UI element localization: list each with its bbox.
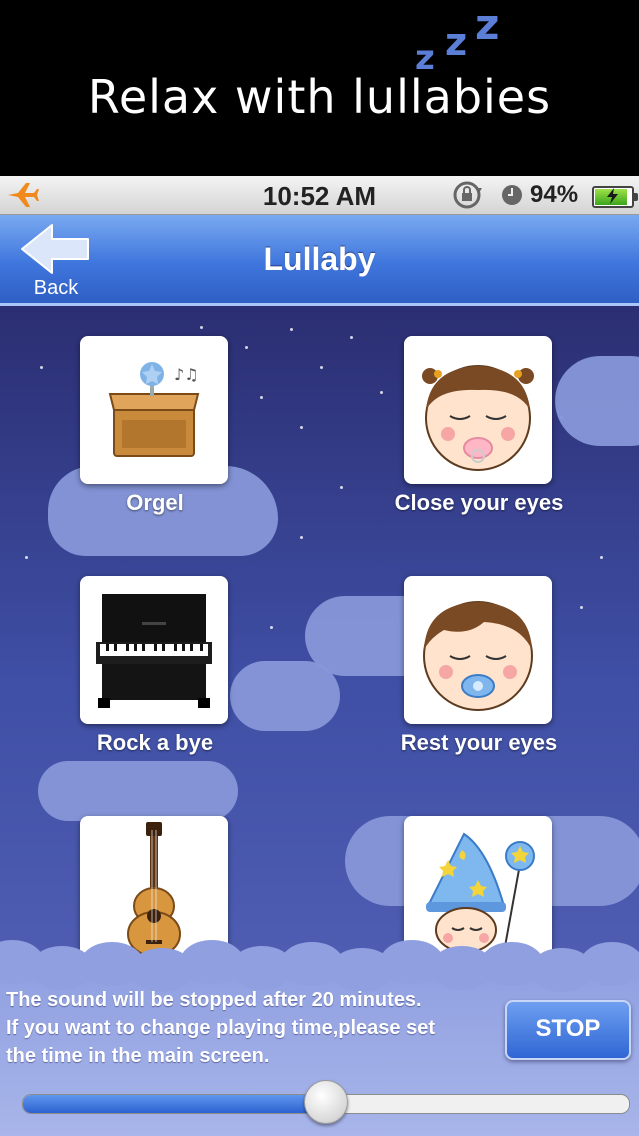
timer-notice-line: The sound will be stopped after 20 minut…: [6, 989, 422, 1011]
svg-text:♪♫: ♪♫: [174, 365, 199, 384]
music-box-icon: ♪♫: [108, 362, 200, 457]
song-tile-orgel[interactable]: ♪♫: [80, 336, 228, 484]
baby-boy-pacifier-icon: [423, 601, 533, 711]
timer-notice-line: If you want to change playing time,pleas…: [6, 1017, 435, 1039]
song-label: Rest your eyes: [400, 730, 558, 755]
song-tile-close-your-eyes[interactable]: [404, 336, 552, 484]
cloud: [38, 761, 238, 821]
stop-button[interactable]: STOP: [505, 1000, 631, 1060]
rotation-lock-icon: [453, 181, 482, 209]
timer-notice-line: the time in the main screen.: [6, 1045, 270, 1067]
timer-panel: The sound will be stopped after 20 minut…: [0, 940, 639, 1136]
nav-bar: Back Lullaby: [0, 215, 639, 306]
banner-title: Relax with lullabies: [87, 70, 552, 124]
song-label: Close your eyes: [394, 490, 564, 515]
song-tile-rock-a-bye[interactable]: [80, 576, 228, 724]
battery-icon: [592, 186, 638, 208]
cloud: [555, 356, 639, 446]
nav-title: Lullaby: [263, 241, 376, 277]
baby-girl-pacifier-icon: [422, 365, 534, 471]
volume-slider-fill: [23, 1095, 326, 1113]
wizard-baby-icon: [426, 832, 535, 953]
song-label: Rock a bye: [96, 730, 214, 755]
status-bar: 10:52 AM 94%: [0, 176, 639, 215]
piano-icon: [96, 594, 212, 708]
battery-percent: 94%: [530, 181, 579, 208]
promo-banner: z z z Relax with lullabies: [0, 0, 639, 176]
song-label: Orgel: [126, 490, 184, 515]
cloud: [230, 661, 340, 731]
back-label: Back: [33, 277, 79, 299]
guitar-icon: [127, 822, 181, 957]
clock-icon: [502, 185, 522, 205]
song-tile-rest-your-eyes[interactable]: [404, 576, 552, 724]
timer-notice: The sound will be stopped after 20 minut…: [6, 986, 496, 1070]
volume-slider-thumb[interactable]: [304, 1080, 348, 1124]
